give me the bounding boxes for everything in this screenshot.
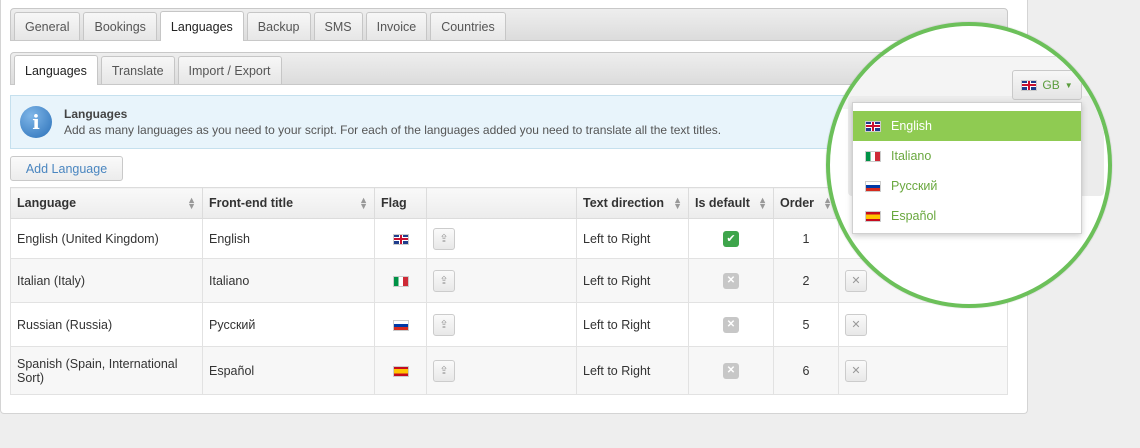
flag-ru-icon	[865, 180, 881, 192]
cell-order: 1	[773, 218, 839, 259]
upload-flag-icon[interactable]: ⇪	[433, 313, 455, 336]
cell-language: Spanish (Spain, International Sort)	[10, 346, 203, 395]
default-check-icon[interactable]: ✔	[723, 230, 739, 247]
upload-flag-icon[interactable]: ⇪	[433, 227, 455, 250]
magnified-language-switcher: GB ▼ English Italiano Русский Español	[826, 22, 1112, 308]
cell-language: English (United Kingdom)	[10, 218, 203, 259]
caret-down-icon: ▼	[1064, 80, 1073, 90]
column-header-title[interactable]: Front-end title ▲ ▼	[202, 187, 375, 219]
cell-direction: Left to Right	[576, 218, 689, 259]
add-language-button[interactable]: Add Language	[10, 156, 123, 181]
subtab-translate[interactable]: Translate	[100, 56, 175, 84]
delete-icon[interactable]: ✕	[845, 313, 867, 336]
flag-gb-icon	[392, 233, 409, 245]
flag-gb-icon	[865, 120, 881, 132]
cell-direction: Left to Right	[576, 302, 689, 347]
flag-ru-icon	[392, 319, 409, 331]
cell-direction: Left to Right	[576, 258, 689, 303]
tab-sms[interactable]: SMS	[313, 12, 363, 40]
column-header-language[interactable]: Language ▲ ▼	[10, 187, 203, 219]
cell-title: Italiano	[202, 258, 375, 303]
sort-icon: ▲ ▼	[673, 195, 682, 211]
column-header-flag: Flag	[374, 187, 427, 219]
column-header-direction[interactable]: Text direction ▲ ▼	[576, 187, 689, 219]
column-header-blank	[426, 187, 577, 219]
flag-es-icon	[865, 210, 881, 222]
tab-countries[interactable]: Countries	[430, 12, 506, 40]
tab-invoice[interactable]: Invoice	[365, 12, 428, 40]
cell-language: Italian (Italy)	[10, 258, 203, 303]
upload-flag-icon[interactable]: ⇪	[433, 269, 455, 292]
column-header-default[interactable]: Is default ▲ ▼	[688, 187, 774, 219]
cell-order: 6	[773, 346, 839, 395]
dropdown-item-english[interactable]: English	[853, 111, 1081, 141]
sort-icon: ▲ ▼	[758, 195, 767, 211]
sort-icon: ▲ ▼	[359, 195, 368, 211]
info-title: Languages	[64, 107, 128, 121]
tab-bookings[interactable]: Bookings	[83, 12, 157, 40]
cell-language: Russian (Russia)	[10, 302, 203, 347]
upload-flag-icon[interactable]: ⇪	[433, 359, 455, 382]
info-icon: i	[20, 106, 52, 138]
cell-order: 2	[773, 258, 839, 303]
dropdown-item-russian[interactable]: Русский	[853, 171, 1081, 201]
flag-it-icon	[865, 150, 881, 162]
flag-gb-icon	[1021, 79, 1038, 91]
dropdown-item-italiano[interactable]: Italiano	[853, 141, 1081, 171]
cell-title: English	[202, 218, 375, 259]
not-default-icon[interactable]: ✕	[723, 272, 739, 289]
cell-order: 5	[773, 302, 839, 347]
not-default-icon[interactable]: ✕	[723, 362, 739, 379]
delete-icon[interactable]: ✕	[845, 359, 867, 382]
info-text: Add as many languages as you need to you…	[64, 123, 722, 137]
main-tab-bar: General Bookings Languages Backup SMS In…	[10, 8, 1008, 41]
sort-icon: ▲ ▼	[187, 195, 196, 211]
table-row: Russian (Russia) Русский ⇪ Left to Right…	[10, 302, 1008, 347]
table-row: Italian (Italy) Italiano ⇪ Left to Right…	[10, 258, 1008, 303]
language-switch-button[interactable]: GB ▼	[1012, 70, 1082, 100]
tab-languages[interactable]: Languages	[159, 11, 244, 41]
dropdown-item-espanol[interactable]: Español	[853, 201, 1081, 231]
cell-title: Español	[202, 346, 375, 395]
flag-es-icon	[392, 365, 409, 377]
cell-direction: Left to Right	[576, 346, 689, 395]
delete-icon[interactable]: ✕	[845, 269, 867, 292]
not-default-icon[interactable]: ✕	[723, 316, 739, 333]
tab-backup[interactable]: Backup	[246, 12, 311, 40]
language-switch-label: GB	[1042, 78, 1060, 92]
cell-title: Русский	[202, 302, 375, 347]
subtab-languages[interactable]: Languages	[14, 55, 98, 85]
table-row: Spanish (Spain, International Sort) Espa…	[10, 346, 1008, 395]
tab-general[interactable]: General	[14, 12, 81, 40]
subtab-import-export[interactable]: Import / Export	[177, 56, 282, 84]
flag-it-icon	[392, 275, 409, 287]
language-dropdown: English Italiano Русский Español	[852, 102, 1082, 234]
